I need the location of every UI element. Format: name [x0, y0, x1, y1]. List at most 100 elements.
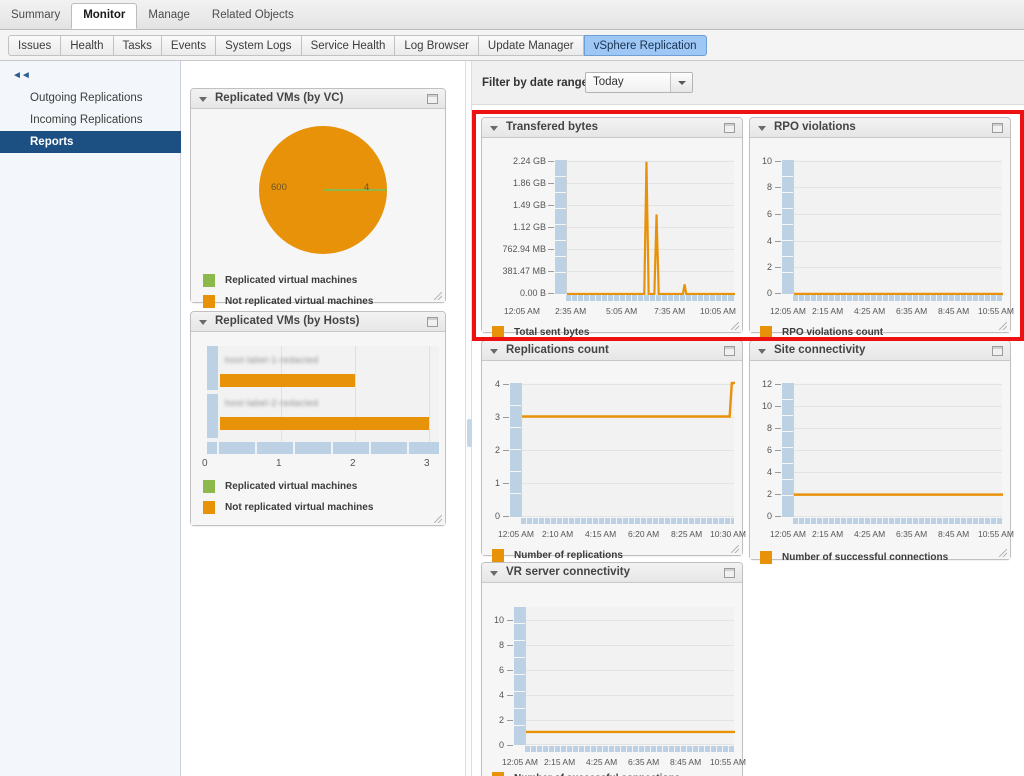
bar-chart-replicated-vms-by-hosts: host-label-1-redacted host-label-2-redac… — [207, 346, 439, 442]
y-axis-scrollbar-2[interactable] — [207, 394, 218, 438]
y-tick-6: 12 — [761, 379, 772, 389]
y-dash-0 — [548, 293, 554, 294]
panel-rpo-violations-title: RPO violations — [774, 121, 856, 133]
x-axis-scrollbar[interactable] — [207, 442, 439, 454]
sidebar-item-incoming-replications-label: Incoming Replications — [30, 114, 143, 126]
panel-replications-count-header[interactable]: Replications count — [482, 341, 742, 361]
y-axis-scrollbar[interactable] — [510, 383, 521, 517]
panel-site-connectivity-header[interactable]: Site connectivity — [750, 341, 1010, 361]
x-tick-1: 2:10 AM — [542, 529, 574, 539]
subtab-tasks[interactable]: Tasks — [113, 35, 162, 56]
legend-swatch-orange — [760, 326, 772, 339]
x-axis-scrollbar[interactable] — [525, 746, 734, 752]
sidebar-item-reports[interactable]: Reports — [0, 131, 181, 153]
resize-grip-icon[interactable] — [434, 292, 442, 300]
maximize-icon[interactable] — [724, 346, 735, 356]
panel-rpo-violations-header[interactable]: RPO violations — [750, 118, 1010, 138]
pie-value-not-replicated: 600 — [271, 182, 287, 193]
chevron-down-icon[interactable] — [758, 349, 766, 354]
subtab-vsphere-replication[interactable]: vSphere Replication — [583, 35, 707, 56]
subtab-health[interactable]: Health — [61, 35, 114, 56]
panel-vr-server-connectivity-body: 10 8 6 4 2 0 12:05 AM 2:15 AM 4:25 AM 6:… — [482, 583, 746, 776]
subtab-log-browser[interactable]: Log Browser — [395, 35, 479, 56]
filter-by-date-range-label: Filter by date range: — [482, 77, 592, 89]
x-axis-scrollbar[interactable] — [566, 295, 734, 301]
x-axis-scrollbar[interactable] — [793, 518, 1002, 524]
resize-grip-icon[interactable] — [999, 322, 1007, 330]
legend-swatch-orange — [203, 501, 215, 514]
panel-replicated-vms-by-vc-header[interactable]: Replicated VMs (by VC) — [191, 89, 445, 109]
date-range-select[interactable]: Today — [585, 72, 693, 93]
maximize-icon[interactable] — [724, 123, 735, 133]
y-tick-6: 2.24 GB — [512, 156, 546, 166]
panel-replicated-vms-by-hosts-header[interactable]: Replicated VMs (by Hosts) — [191, 312, 445, 332]
panel-transfered-bytes-header[interactable]: Transfered bytes — [482, 118, 742, 138]
line-chart-transfered-bytes — [566, 160, 734, 294]
collapse-double-chevron-left-icon[interactable]: ◄◄ — [12, 70, 31, 81]
legend-label-successful-connections-site: Number of successful connections — [782, 552, 949, 563]
vsphere-replication-reports-page: Summary Monitor Manage Related Objects I… — [0, 0, 1024, 776]
sidebar-item-outgoing-replications[interactable]: Outgoing Replications — [0, 87, 181, 109]
panel-replications-count: Replications count 4 3 2 1 0 12:05 AM 2:… — [481, 340, 746, 562]
subtab-system-logs[interactable]: System Logs — [216, 35, 302, 56]
y-tick-4: 8 — [766, 182, 772, 192]
resize-grip-icon[interactable] — [434, 515, 442, 523]
y-tick-3: 6 — [498, 665, 504, 675]
tab-related-objects[interactable]: Related Objects — [201, 4, 305, 28]
subtab-events[interactable]: Events — [161, 35, 217, 56]
maximize-icon[interactable] — [992, 123, 1003, 133]
subtab-issues[interactable]: Issues — [8, 35, 62, 56]
resize-grip-icon[interactable] — [731, 322, 739, 330]
y-tick-1: 381.47 MB — [502, 266, 546, 276]
tab-monitor-label: Monitor — [83, 9, 126, 21]
line-chart-rpo-violations — [793, 160, 1002, 294]
bar-category-label-2: host-label-2-redacted — [225, 398, 319, 408]
x-tick-1: 2:15 AM — [812, 306, 844, 316]
x-tick-3: 7:35 AM — [654, 306, 686, 316]
pane-splitter[interactable] — [465, 61, 472, 776]
x-tick-0: 0 — [202, 458, 208, 469]
resize-grip-icon[interactable] — [731, 545, 739, 553]
y-axis-scrollbar[interactable] — [555, 160, 566, 294]
panel-vr-server-connectivity-header[interactable]: VR server connectivity — [482, 563, 742, 583]
chevron-down-icon[interactable] — [758, 126, 766, 131]
y-axis-scrollbar[interactable] — [782, 383, 793, 517]
y-dash-4 — [548, 205, 554, 206]
y-tick-1: 1 — [494, 478, 500, 488]
sidebar-item-incoming-replications[interactable]: Incoming Replications — [0, 109, 181, 131]
maximize-icon[interactable] — [427, 317, 438, 327]
resize-grip-icon[interactable] — [999, 549, 1007, 557]
y-axis-scrollbar[interactable] — [782, 160, 793, 294]
chevron-down-icon[interactable] — [490, 349, 498, 354]
gridline-3 — [429, 346, 430, 442]
x-tick-0: 12:05 AM — [770, 529, 806, 539]
chevron-down-icon[interactable] — [670, 73, 692, 92]
subtab-service-health-label: Service Health — [310, 40, 386, 52]
legend-label-replicated: Replicated virtual machines — [225, 275, 358, 286]
subtab-update-manager[interactable]: Update Manager — [478, 35, 584, 56]
tab-monitor[interactable]: Monitor — [71, 3, 138, 29]
pie-slice-replicated — [323, 189, 387, 191]
chevron-down-icon[interactable] — [199, 97, 207, 102]
series-rpo-violations-count — [794, 160, 1003, 294]
maximize-icon[interactable] — [724, 568, 735, 578]
x-axis-scrollbar[interactable] — [521, 518, 734, 524]
y-axis-scrollbar[interactable] — [514, 607, 525, 745]
chevron-down-icon[interactable] — [199, 320, 207, 325]
legend-label-total-sent-bytes: Total sent bytes — [514, 327, 590, 338]
tab-manage[interactable]: Manage — [137, 4, 201, 28]
chevron-down-icon[interactable] — [490, 571, 498, 576]
maximize-icon[interactable] — [992, 346, 1003, 356]
bar-not-replicated-host-1 — [220, 374, 355, 387]
subtab-tasks-label: Tasks — [122, 40, 152, 52]
y-axis-scrollbar-1[interactable] — [207, 346, 218, 390]
maximize-icon[interactable] — [427, 94, 438, 104]
subtab-service-health[interactable]: Service Health — [301, 35, 396, 56]
panel-replicated-vms-by-hosts-body: host-label-1-redacted host-label-2-redac… — [191, 332, 445, 525]
scroll-seg-5 — [407, 442, 409, 454]
y-tick-4: 8 — [498, 640, 504, 650]
x-axis-scrollbar[interactable] — [793, 295, 1002, 301]
chevron-down-icon[interactable] — [490, 126, 498, 131]
tab-summary[interactable]: Summary — [0, 4, 71, 28]
x-tick-0: 12:05 AM — [770, 306, 806, 316]
